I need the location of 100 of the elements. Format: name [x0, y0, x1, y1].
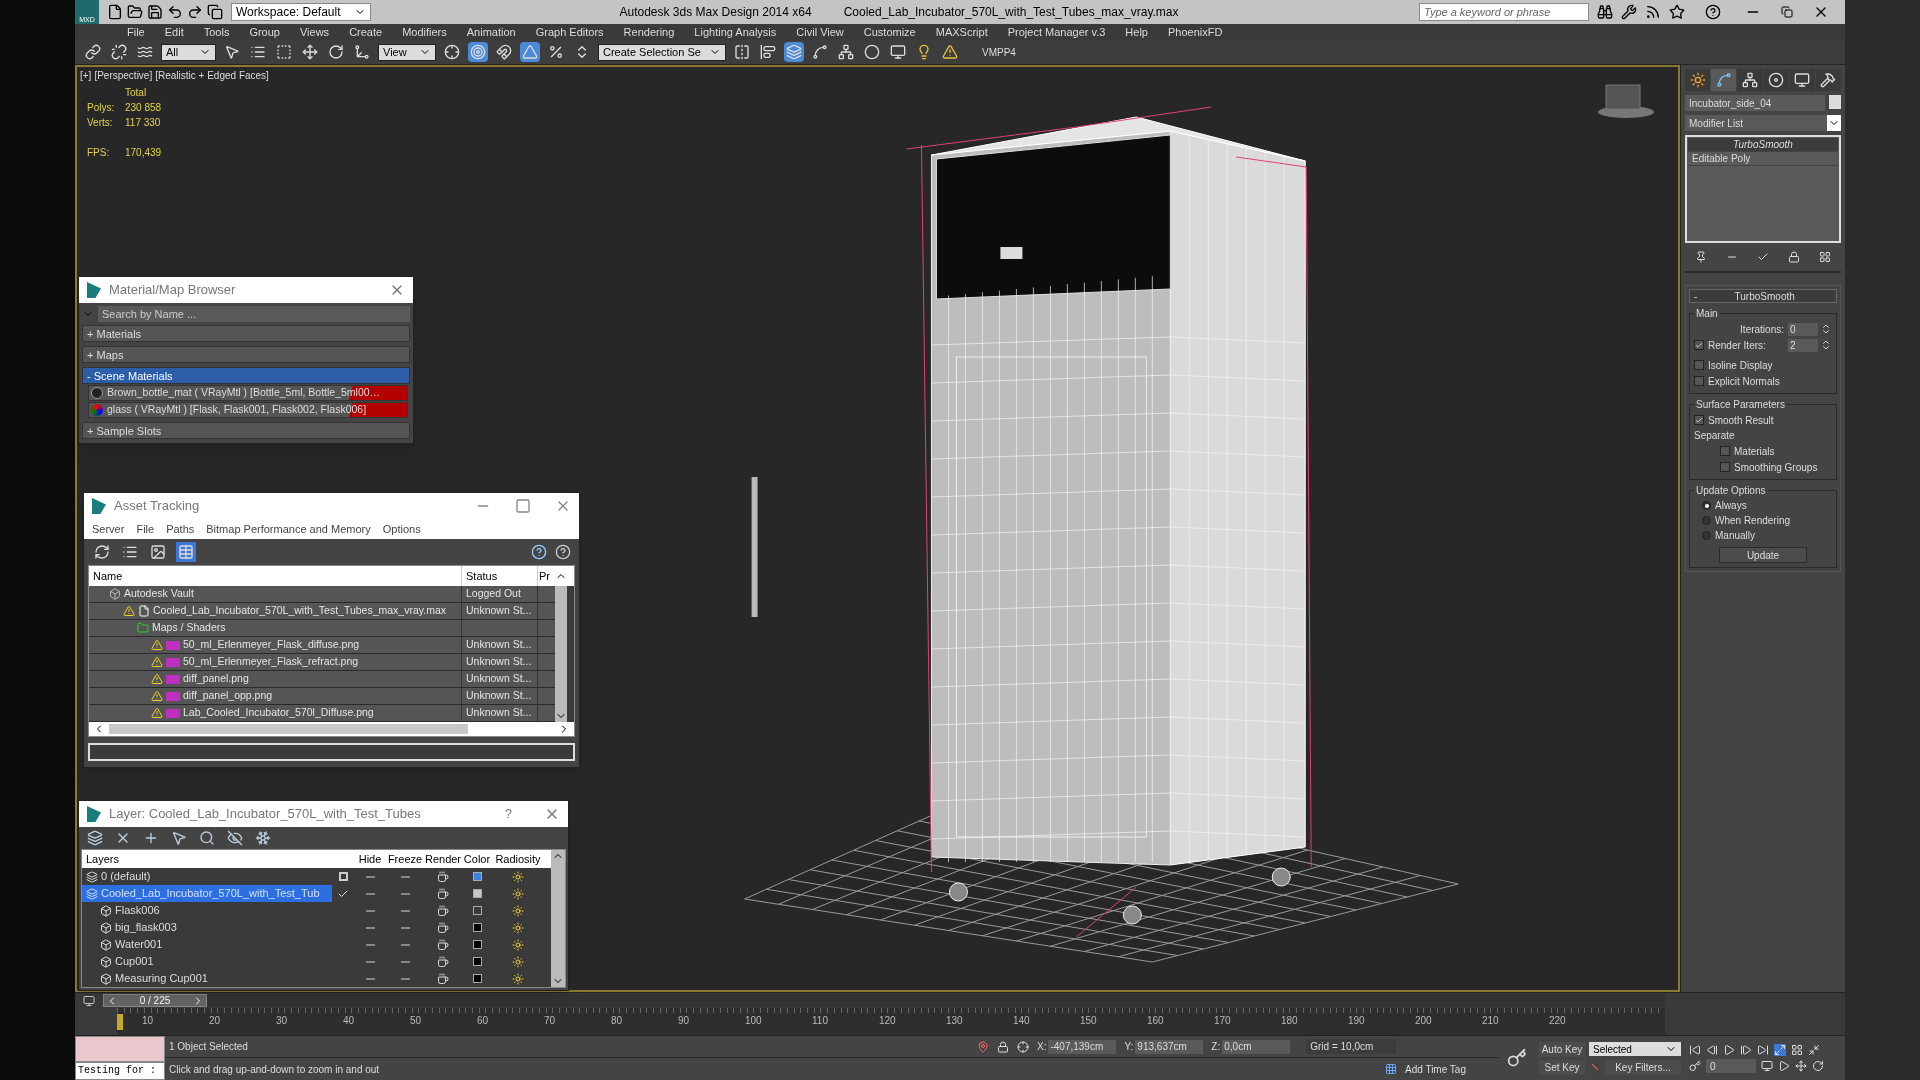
dash-icon[interactable]: [365, 926, 375, 929]
menu-item[interactable]: Customize: [863, 23, 916, 41]
tree-row[interactable]: diff_panel_opp.png Unknown St...: [89, 688, 555, 705]
skip-back-icon[interactable]: [1689, 1043, 1701, 1056]
menu-item[interactable]: Civil View: [796, 23, 844, 41]
dash-icon[interactable]: [400, 909, 410, 912]
update-button[interactable]: Update: [1719, 547, 1807, 563]
plus-icon[interactable]: [143, 830, 159, 846]
pin-icon[interactable]: [1694, 251, 1707, 263]
dash-icon[interactable]: [365, 977, 375, 980]
pointer-icon[interactable]: [171, 830, 187, 846]
save-icon[interactable]: [147, 4, 163, 20]
hidden-eye-icon[interactable]: [227, 830, 243, 846]
grid-icon[interactable]: [1385, 1063, 1397, 1075]
menu-item[interactable]: Help: [1125, 23, 1148, 41]
search-field[interactable]: Search by Name ...: [98, 306, 410, 322]
grid-icon[interactable]: [1819, 251, 1832, 263]
lock-icon[interactable]: [1788, 251, 1801, 263]
object-color-swatch[interactable]: [1829, 95, 1841, 109]
listener-output[interactable]: Testing for :: [75, 1062, 165, 1080]
mirror-icon[interactable]: [732, 42, 752, 62]
vertical-scrollbar[interactable]: [551, 850, 565, 987]
triangle-icon[interactable]: [520, 42, 540, 62]
binoculars-icon[interactable]: [1597, 4, 1613, 20]
signal-icon[interactable]: [1645, 4, 1661, 20]
key-icon[interactable]: [1507, 1048, 1527, 1068]
dash-icon[interactable]: [365, 892, 375, 895]
layer-row[interactable]: Cup001: [82, 953, 332, 970]
monitor-icon[interactable]: [1761, 1059, 1773, 1072]
grid-icon[interactable]: [1791, 1043, 1803, 1056]
cup-icon[interactable]: [437, 972, 449, 985]
column-header[interactable]: Radiosity: [492, 850, 544, 868]
step-forward-icon[interactable]: [1740, 1043, 1752, 1056]
layer-row[interactable]: Measuring Cup001: [82, 970, 332, 987]
sun-icon[interactable]: [512, 972, 524, 985]
radio-button[interactable]: [1702, 516, 1711, 525]
pin-icon[interactable]: [977, 1040, 989, 1053]
tree-row[interactable]: 50_ml_Erlenmeyer_Flask_refract.png Unknown St...: [89, 654, 555, 671]
color-swatch[interactable]: [472, 974, 482, 983]
help-search-field[interactable]: Type a keyword or phrase: [1419, 3, 1589, 21]
dash-icon[interactable]: [365, 875, 375, 878]
layer-row[interactable]: Water001: [82, 936, 332, 953]
current-layer-toggle[interactable]: [338, 872, 348, 881]
tree-row[interactable]: Maps / Shaders: [89, 620, 555, 637]
menu-item[interactable]: Bitmap Performance and Memory: [206, 520, 371, 538]
time-slider-track[interactable]: 0 / 225: [103, 994, 1665, 1007]
dash-icon[interactable]: [400, 960, 410, 963]
move-arrows-icon[interactable]: [300, 42, 320, 62]
undo-icon[interactable]: [167, 4, 183, 20]
crosshair-icon[interactable]: [442, 42, 462, 62]
dash-icon[interactable]: [400, 943, 410, 946]
radio-button[interactable]: [1702, 531, 1711, 540]
play-icon[interactable]: [1723, 1043, 1735, 1056]
dash-icon[interactable]: [365, 909, 375, 912]
hierarchy-icon[interactable]: [1737, 69, 1763, 91]
open-folder-icon[interactable]: [127, 4, 143, 20]
sun-icon[interactable]: [512, 887, 524, 900]
key-mode-dropdown[interactable]: Selected: [1589, 1042, 1681, 1056]
menu-item[interactable]: Paths: [166, 520, 195, 538]
menu-item[interactable]: Server: [92, 520, 125, 538]
modifier-list-dropdown[interactable]: Modifier List: [1685, 115, 1841, 131]
layer-row[interactable]: Cooled_Lab_Incubator_570L_with_Test_Tub: [82, 885, 332, 902]
menu-item[interactable]: Tools: [203, 23, 230, 41]
dash-icon[interactable]: [400, 926, 410, 929]
color-swatch[interactable]: [472, 872, 482, 881]
time-marker[interactable]: [117, 1013, 123, 1030]
cup-icon[interactable]: [437, 921, 449, 934]
color-swatch[interactable]: [472, 940, 482, 949]
rotate-icon[interactable]: [326, 42, 346, 62]
vertical-scrollbar[interactable]: [555, 586, 567, 722]
menu-item[interactable]: Animation: [466, 23, 516, 41]
checkbox[interactable]: [1694, 340, 1704, 350]
curve-icon[interactable]: [810, 42, 830, 62]
time-slider-thumb[interactable]: 0 / 225: [103, 994, 207, 1007]
redo-icon[interactable]: [187, 4, 203, 20]
search-icon[interactable]: [199, 830, 215, 846]
chain-link-icon[interactable]: [83, 42, 103, 62]
menu-item[interactable]: MAXScript: [935, 23, 988, 41]
menu-item[interactable]: File: [136, 520, 155, 538]
restore-icon[interactable]: [1781, 6, 1793, 18]
cup-icon[interactable]: [437, 904, 449, 917]
group-header[interactable]: + Materials: [82, 325, 410, 342]
view-cube-drawing[interactable]: [1598, 84, 1654, 118]
timeline-ruler[interactable]: 10 20 30 40 50 60 70 80 90 100 110 120 130 140 150 160 170 180 190 200 210 220: [117, 1008, 1665, 1035]
render-iters-field[interactable]: 2: [1788, 338, 1818, 352]
refresh-icon[interactable]: [92, 542, 112, 562]
layer-row[interactable]: Flask006: [82, 902, 332, 919]
layers-icon[interactable]: [87, 830, 103, 846]
set-key-button[interactable]: Set Key: [1539, 1059, 1585, 1075]
horizontal-scrollbar-thumb[interactable]: [109, 724, 468, 734]
path-field[interactable]: [88, 743, 575, 761]
column-header[interactable]: Render: [424, 850, 462, 868]
tree-row[interactable]: Autodesk Vault Logged Out: [89, 586, 555, 603]
rotate-icon[interactable]: [1812, 1059, 1824, 1072]
dash-icon[interactable]: [400, 977, 410, 980]
sphere-icon[interactable]: [862, 42, 882, 62]
zoom-icon[interactable]: [1808, 1043, 1820, 1056]
layers-icon[interactable]: [784, 42, 804, 62]
viewport-label[interactable]: [+]: [80, 68, 92, 83]
workspace-dropdown[interactable]: Workspace: Default: [231, 3, 371, 21]
